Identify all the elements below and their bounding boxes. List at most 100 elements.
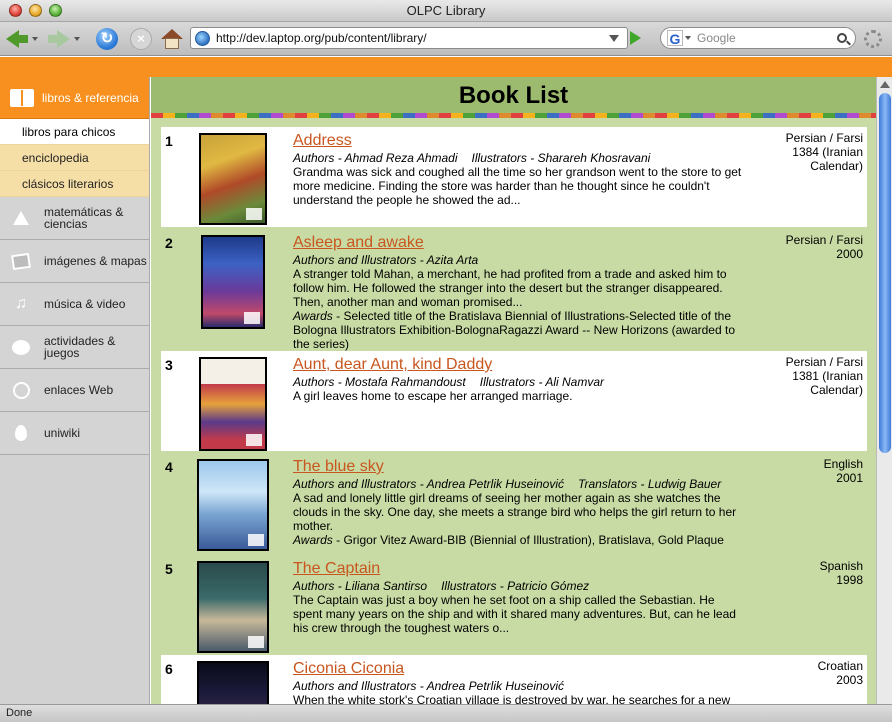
book-info: The blue sky Authors and Illustrators - …	[293, 457, 745, 547]
sidebar-subitem-clasicos-literarios[interactable]: clásicos literarios	[0, 171, 149, 197]
url-text[interactable]: http://dev.laptop.org/pub/content/librar…	[216, 31, 609, 45]
book-credits: Authors - Ahmad Reza Ahmadi Illustrators …	[293, 151, 651, 165]
book-info: Aunt, dear Aunt, kind Daddy Authors - Mo…	[293, 355, 745, 403]
sidebar-item-label: libros & referencia	[42, 90, 139, 105]
go-button[interactable]	[630, 31, 641, 45]
book-cover-the-blue-sky[interactable]	[197, 459, 269, 551]
site-header-band	[0, 57, 892, 77]
main-content: Book List 1 Address Authors - Ahmad Reza…	[151, 77, 876, 704]
status-text: Done	[6, 707, 33, 719]
sidebar-item-musica-video[interactable]: ♫ música & video	[0, 283, 149, 326]
search-bar[interactable]: G Google	[660, 27, 856, 49]
sidebar-item-libros-referencia[interactable]: libros & referencia	[0, 77, 149, 119]
sidebar-item-uniwiki[interactable]: uniwiki	[0, 412, 149, 455]
book-description: Grandma was sick and coughed all the tim…	[293, 165, 742, 207]
flame-icon	[12, 424, 30, 442]
sidebar-item-actividades-juegos[interactable]: actividades & juegos	[0, 326, 149, 369]
book-year: 1998	[836, 573, 863, 587]
book-description: The Captain was just a boy when he set f…	[293, 593, 736, 635]
music-note-icon: ♫	[15, 295, 27, 312]
book-credits: Authors - Liliana Santirso Illustrators -…	[293, 579, 590, 593]
url-history-dropdown-icon[interactable]	[609, 34, 619, 42]
vertical-scrollbar[interactable]	[876, 77, 892, 704]
book-language: Persian / Farsi	[785, 355, 863, 369]
sidebar-item-label: uniwiki	[44, 426, 81, 440]
search-input[interactable]: Google	[697, 31, 837, 45]
book-language: Persian / Farsi	[785, 131, 863, 145]
close-window-button[interactable]	[9, 4, 22, 17]
scroll-up-arrow-icon[interactable]	[880, 81, 890, 88]
book-year: 2001	[836, 471, 863, 485]
stop-icon: ×	[130, 28, 152, 50]
book-cover-address[interactable]	[199, 133, 267, 225]
category-sidebar: libros & referencia libros para chicos e…	[0, 77, 150, 704]
book-title-link[interactable]: Asleep and awake	[293, 233, 745, 253]
search-engine-dropdown-icon[interactable]	[685, 36, 691, 40]
book-info: Ciconia Ciconia Authors and Illustrators…	[293, 659, 745, 704]
book-row: 4 The blue sky Authors and Illustrators …	[161, 453, 867, 555]
back-history-dropdown-icon[interactable]	[32, 37, 38, 41]
book-meta: Persian / Farsi 2000	[753, 233, 863, 261]
book-title-link[interactable]: The blue sky	[293, 457, 745, 477]
book-number: 1	[165, 133, 173, 149]
book-icon	[10, 88, 34, 107]
site-globe-icon	[195, 30, 210, 46]
book-year: 2000	[836, 247, 863, 261]
book-meta: Persian / Farsi 1381 (Iranian Calendar)	[753, 355, 863, 397]
search-engine-icon[interactable]: G	[667, 30, 683, 47]
back-arrow-icon	[6, 30, 19, 48]
book-cover-the-captain[interactable]	[197, 561, 269, 653]
window-titlebar: OLPC Library	[0, 0, 892, 22]
book-row: 6 Ciconia Ciconia Authors and Illustrato…	[161, 655, 867, 704]
sidebar-item-label: imágenes & mapas	[44, 254, 147, 268]
book-meta: English 2001	[753, 457, 863, 485]
book-awards: Awards - Grigor Vitez Award-BIB (Biennia…	[293, 533, 724, 547]
book-description: A sad and lonely little girl dreams of s…	[293, 491, 737, 533]
page-header: Book List	[151, 77, 876, 113]
stop-button[interactable]: ×	[128, 26, 154, 52]
reload-icon: ↻	[96, 28, 118, 50]
book-title-link[interactable]: Address	[293, 131, 745, 151]
forward-button[interactable]	[46, 26, 82, 52]
book-number: 2	[165, 235, 173, 251]
sidebar-item-label: actividades & juegos	[44, 334, 116, 360]
book-meta: Persian / Farsi 1384 (Iranian Calendar)	[753, 131, 863, 173]
book-title-link[interactable]: The Captain	[293, 559, 745, 579]
book-number: 6	[165, 661, 173, 677]
book-info: Address Authors - Ahmad Reza Ahmadi Illus…	[293, 131, 745, 207]
address-bar[interactable]: http://dev.laptop.org/pub/content/librar…	[190, 27, 628, 49]
sidebar-subitem-libros-para-chicos[interactable]: libros para chicos	[0, 119, 149, 145]
home-button[interactable]	[158, 26, 186, 52]
book-cover-aunt-dear-aunt[interactable]	[199, 357, 267, 451]
book-description: A girl leaves home to escape her arrange…	[293, 389, 573, 403]
sidebar-item-enlaces-web[interactable]: enlaces Web	[0, 369, 149, 412]
sidebar-item-label: música & video	[44, 297, 126, 311]
scrollbar-thumb[interactable]	[879, 93, 891, 453]
zoom-window-button[interactable]	[49, 4, 62, 17]
book-title-link[interactable]: Aunt, dear Aunt, kind Daddy	[293, 355, 745, 375]
reload-button[interactable]: ↻	[94, 26, 120, 52]
book-year: 1381 (Iranian Calendar)	[792, 369, 863, 397]
activity-spinner-icon	[864, 30, 882, 48]
sidebar-item-imagenes-mapas[interactable]: imágenes & mapas	[0, 240, 149, 283]
palette-icon	[12, 338, 30, 356]
window-title: OLPC Library	[406, 3, 486, 18]
book-year: 2003	[836, 673, 863, 687]
picture-icon	[11, 252, 31, 270]
book-row: 5 The Captain Authors - Liliana Santirso…	[161, 555, 867, 655]
back-button[interactable]	[4, 26, 40, 52]
flask-icon	[12, 209, 30, 227]
book-credits: Authors and Illustrators - Andrea Petrli…	[293, 679, 565, 693]
book-meta: Croatian 2003	[753, 659, 863, 687]
sidebar-item-matematicas-ciencias[interactable]: matemáticas & ciencias	[0, 197, 149, 240]
minimize-window-button[interactable]	[29, 4, 42, 17]
sidebar-subitem-enciclopedia[interactable]: enciclopedia	[0, 145, 149, 171]
forward-history-dropdown-icon[interactable]	[74, 37, 80, 41]
book-cover-asleep-and-awake[interactable]	[201, 235, 265, 329]
sidebar-item-label: enlaces Web	[44, 383, 114, 397]
book-cover-ciconia-ciconia[interactable]	[197, 661, 269, 704]
book-title-link[interactable]: Ciconia Ciconia	[293, 659, 745, 679]
home-icon	[161, 29, 183, 49]
book-number: 4	[165, 459, 173, 475]
search-icon[interactable]	[837, 33, 847, 43]
